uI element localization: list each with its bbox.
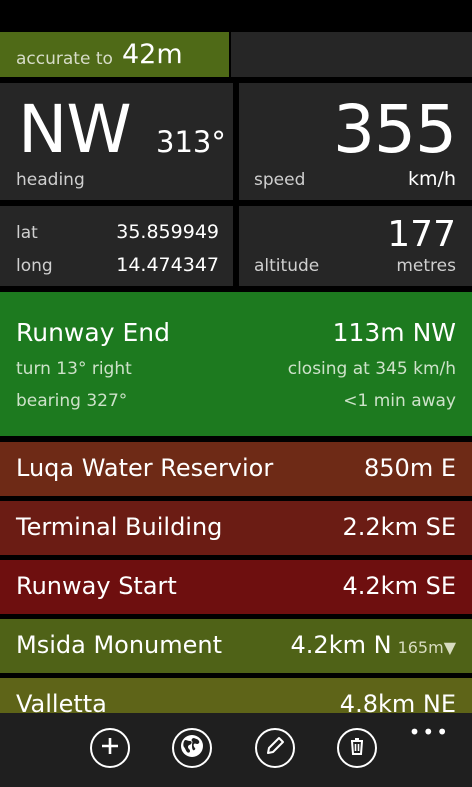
active-waypoint-eta: <1 min away <box>343 391 456 411</box>
waypoint-distance: 2.2km SE <box>342 513 456 541</box>
waypoint-row[interactable]: Msida Monument 4.2km N 165m▼ <box>0 619 472 673</box>
edit-button[interactable] <box>255 728 295 768</box>
waypoint-name: Terminal Building <box>16 513 223 541</box>
active-waypoint-closing: closing at 345 km/h <box>287 359 456 379</box>
waypoint-row[interactable]: Terminal Building 2.2km SE <box>0 501 472 555</box>
waypoint-distance: 850m E <box>364 454 456 482</box>
active-waypoint-distance: 113m NW <box>332 318 456 347</box>
lat-label: lat <box>16 223 38 243</box>
accuracy-value: 42m <box>122 39 183 70</box>
speed-value: 355 <box>333 91 457 168</box>
active-waypoint[interactable]: Runway End 113m NW turn 13° right closin… <box>0 292 472 436</box>
active-waypoint-bearing: bearing 327° <box>16 391 128 411</box>
long-label: long <box>16 256 53 276</box>
waypoint-distance: 4.2km N <box>290 631 392 659</box>
waypoint-altitude: 165m▼ <box>397 638 456 657</box>
app-bar: ••• <box>0 713 472 787</box>
waypoint-row[interactable]: Valletta 4.8km NE <box>0 678 472 713</box>
speed-label: speed <box>254 170 306 190</box>
active-waypoint-turn: turn 13° right <box>16 359 132 379</box>
lat-value: 35.859949 <box>116 221 219 243</box>
waypoint-distance: 4.2km SE <box>342 572 456 600</box>
add-icon <box>99 735 121 761</box>
more-options-button[interactable]: ••• <box>409 722 450 742</box>
globe-icon <box>179 733 205 763</box>
waypoint-name: Runway Start <box>16 572 177 600</box>
waypoint-name: Valletta <box>16 690 107 713</box>
speed-panel: 355 speed km/h <box>239 83 472 200</box>
waypoint-row[interactable]: Luqa Water Reservior 850m E <box>0 442 472 496</box>
altitude-panel: 177 altitude metres <box>239 206 472 286</box>
waypoint-distance: 4.8km NE <box>339 690 456 713</box>
accuracy-label: accurate to <box>16 49 113 69</box>
heading-degrees: 313° <box>156 125 226 159</box>
altitude-unit: metres <box>396 256 456 276</box>
waypoint-name: Msida Monument <box>16 631 223 659</box>
waypoint-distance-with-altitude: 4.2km N 165m▼ <box>291 631 456 659</box>
accuracy-bar: accurate to 42m <box>0 32 229 77</box>
map-button[interactable] <box>172 728 212 768</box>
waypoint-row[interactable]: Runway Start 4.2km SE <box>0 560 472 614</box>
accuracy-bar-background <box>231 32 472 77</box>
add-button[interactable] <box>90 728 130 768</box>
speed-unit: km/h <box>408 168 456 190</box>
altitude-value: 177 <box>387 214 456 255</box>
edit-icon <box>264 735 286 761</box>
delete-button[interactable] <box>337 728 377 768</box>
active-waypoint-name: Runway End <box>16 318 170 347</box>
long-value: 14.474347 <box>116 254 219 276</box>
altitude-label: altitude <box>254 256 320 276</box>
waypoint-name: Luqa Water Reservior <box>16 454 274 482</box>
coordinates-panel: lat 35.859949 long 14.474347 <box>0 206 233 286</box>
heading-label: heading <box>16 170 85 190</box>
heading-panel: NW 313° heading <box>0 83 233 200</box>
heading-direction: NW <box>18 91 132 168</box>
delete-icon <box>346 735 368 761</box>
